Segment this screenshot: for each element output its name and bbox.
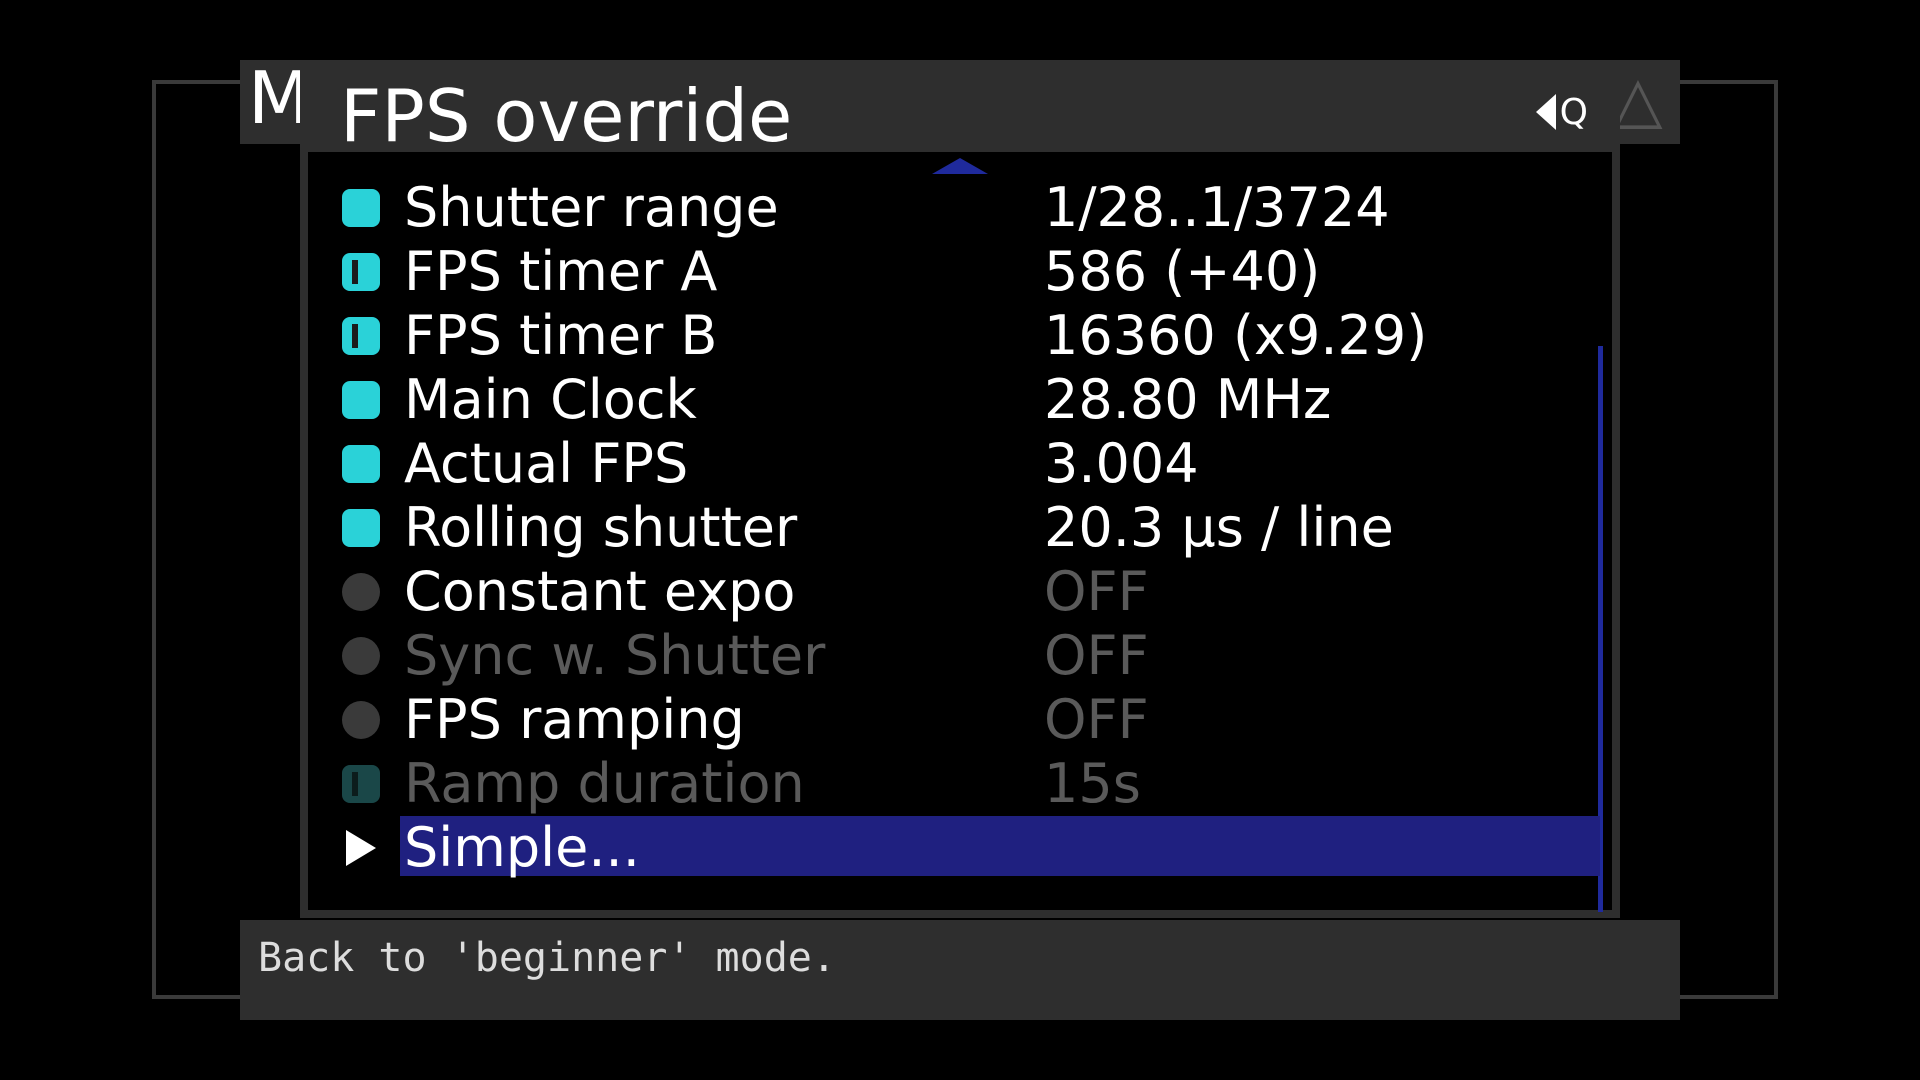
menu-item-label: Shutter range [404, 176, 779, 239]
help-bar: Back to 'beginner' mode. [240, 920, 1680, 1020]
menu-item-fps-timer-a[interactable]: FPS timer A 586 (+40) [308, 240, 1612, 304]
circle-icon [342, 573, 380, 611]
square-bar-icon [342, 253, 380, 291]
menu-item-label: Sync w. Shutter [404, 624, 826, 687]
circle-icon [342, 701, 380, 739]
menu-item-value: 3.004 [1044, 432, 1199, 495]
menu-item-actual-fps[interactable]: Actual FPS 3.004 [308, 432, 1612, 496]
menu-item-value: 1/28..1/3724 [1044, 176, 1390, 239]
menu-item-value: 20.3 µs / line [1044, 496, 1394, 559]
square-icon [342, 381, 380, 419]
menu-item-simple[interactable]: Simple... [308, 816, 1612, 880]
menu-item-fps-timer-b[interactable]: FPS timer B 16360 (x9.29) [308, 304, 1612, 368]
menu-item-label: Ramp duration [404, 752, 805, 815]
menu-item-value: 16360 (x9.29) [1044, 304, 1428, 367]
menu-item-label: Simple... [404, 816, 640, 879]
square-bar-icon [342, 765, 380, 803]
square-bar-icon [342, 317, 380, 355]
menu-item-value: OFF [1044, 624, 1149, 687]
menu-item-fps-ramping[interactable]: FPS ramping OFF [308, 688, 1612, 752]
menu-item-label: Constant expo [404, 560, 796, 623]
q-label: Q [1559, 91, 1588, 133]
menu-item-rolling-shutter[interactable]: Rolling shutter 20.3 µs / line [308, 496, 1612, 560]
menu-item-label: Actual FPS [404, 432, 689, 495]
square-icon [342, 189, 380, 227]
help-text: Back to 'beginner' mode. [258, 935, 836, 981]
menu-item-value: OFF [1044, 688, 1149, 751]
dialog-titlebar: FPS override Q [308, 68, 1612, 158]
menu-item-value: 28.80 MHz [1044, 368, 1332, 431]
square-icon [342, 445, 380, 483]
menu-item-label: FPS ramping [404, 688, 745, 751]
menu-item-label: FPS timer A [404, 240, 718, 303]
menu-item-value: 15s [1044, 752, 1141, 815]
menu-item-label: Rolling shutter [404, 496, 798, 559]
menu-item-label: FPS timer B [404, 304, 718, 367]
menu-item-value: 586 (+40) [1044, 240, 1321, 303]
menu-item-label: Main Clock [404, 368, 697, 431]
menu-item-constant-expo[interactable]: Constant expo OFF [308, 560, 1612, 624]
fps-override-dialog: FPS override Q Shutter range 1/28..1/372… [300, 60, 1620, 918]
circle-icon [342, 637, 380, 675]
menu-item-value: OFF [1044, 560, 1149, 623]
menu-item-shutter-range[interactable]: Shutter range 1/28..1/3724 [308, 176, 1612, 240]
dialog-title: FPS override [340, 74, 793, 158]
q-back-button[interactable]: Q [1535, 90, 1588, 134]
back-triangle-icon [1535, 94, 1556, 130]
menu-item-ramp-duration[interactable]: Ramp duration 15s [308, 752, 1612, 816]
menu-item-main-clock[interactable]: Main Clock 28.80 MHz [308, 368, 1612, 432]
submenu-arrow-icon [346, 830, 376, 866]
scroll-up-arrow-icon[interactable] [932, 158, 988, 174]
square-icon [342, 509, 380, 547]
menu-item-sync-w-shutter[interactable]: Sync w. Shutter OFF [308, 624, 1612, 688]
